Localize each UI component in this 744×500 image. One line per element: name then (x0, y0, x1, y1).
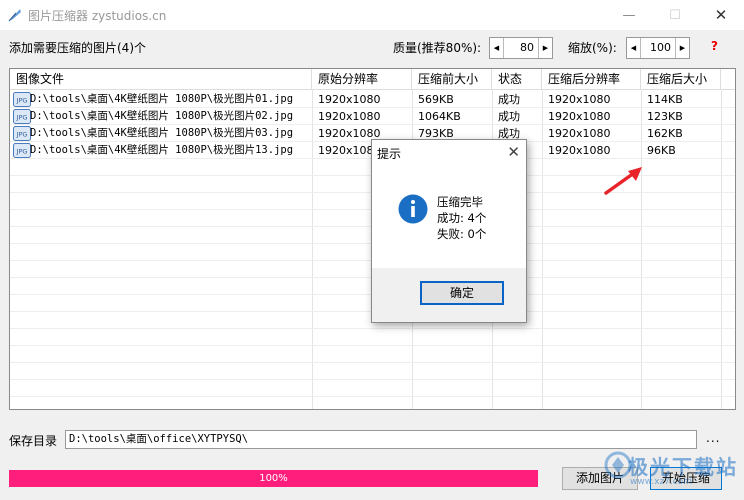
cell-after-size: 162KB (647, 127, 683, 140)
dialog-fail-count: 失败: 0个 (437, 227, 487, 241)
column-header-after-size[interactable]: 压缩后大小 (641, 69, 721, 89)
svg-text:JPG: JPG (16, 131, 28, 139)
quality-stepper[interactable]: ◀ 80 ▶ (489, 37, 553, 59)
quality-increase-icon[interactable]: ▶ (538, 38, 552, 58)
info-icon (398, 194, 428, 224)
cell-after-res: 1920x1080 (548, 127, 611, 140)
cell-status: 成功 (498, 110, 520, 123)
progress-bar: 100% (9, 470, 538, 487)
table-row[interactable]: JPG D:\tools\桌面\4K壁纸图片 1080P\极光图片01.jpg … (10, 91, 735, 108)
cell-after-res: 1920x1080 (548, 144, 611, 157)
cell-file: D:\tools\桌面\4K壁纸图片 1080P\极光图片02.jpg (30, 110, 294, 122)
cell-status: 成功 (498, 93, 520, 106)
cell-after-res: 1920x1080 (548, 93, 611, 106)
cell-orig-res: 1920x1080 (318, 110, 381, 123)
message-dialog: 提示 ✕ 压缩完毕 成功: 4个 失败: 0个 确定 (371, 139, 527, 323)
cell-orig-res: 1920x1080 (318, 93, 381, 106)
scale-increase-icon[interactable]: ▶ (675, 38, 689, 58)
scale-stepper[interactable]: ◀ 100 ▶ (626, 37, 690, 59)
scale-decrease-icon[interactable]: ◀ (627, 38, 641, 58)
cell-after-size: 114KB (647, 93, 683, 106)
title-bar: 图片压缩器 zystudios.cn — ☐ ✕ (0, 0, 744, 30)
cell-after-size: 123KB (647, 110, 683, 123)
cell-file: D:\tools\桌面\4K壁纸图片 1080P\极光图片13.jpg (30, 144, 294, 156)
cell-file: D:\tools\桌面\4K壁纸图片 1080P\极光图片03.jpg (30, 127, 294, 139)
dialog-title: 提示 (377, 147, 402, 161)
progress-text: 100% (259, 473, 288, 484)
dialog-success-count: 成功: 4个 (437, 211, 487, 225)
table-header: 图像文件 原始分辨率 压缩前大小 状态 压缩后分辨率 压缩后大小 (10, 69, 735, 90)
app-feather-icon (8, 9, 21, 22)
dialog-close-button[interactable]: ✕ (507, 143, 520, 161)
column-header-status[interactable]: 状态 (492, 69, 542, 89)
cell-file: D:\tools\桌面\4K壁纸图片 1080P\极光图片01.jpg (30, 93, 294, 105)
svg-text:JPG: JPG (16, 97, 28, 105)
quality-decrease-icon[interactable]: ◀ (490, 38, 504, 58)
table-row[interactable]: JPG D:\tools\桌面\4K壁纸图片 1080P\极光图片02.jpg … (10, 108, 735, 125)
column-header-orig-res[interactable]: 原始分辨率 (312, 69, 412, 89)
scale-value[interactable]: 100 (641, 38, 675, 58)
close-button[interactable]: ✕ (698, 0, 744, 30)
quality-value[interactable]: 80 (504, 38, 538, 58)
cell-before-size: 1064KB (418, 110, 461, 123)
svg-text:JPG: JPG (16, 148, 28, 156)
maximize-button[interactable]: ☐ (652, 0, 698, 30)
dialog-title-bar: 提示 ✕ (372, 140, 526, 164)
ok-button[interactable]: 确定 (420, 281, 504, 305)
image-count-label: 添加需要压缩的图片(4)个 (9, 41, 146, 55)
minimize-button[interactable]: — (606, 0, 652, 30)
watermark-url: www.xz7.com (630, 477, 692, 487)
quality-label: 质量(推荐80%): (393, 41, 482, 55)
save-dir-label: 保存目录 (9, 434, 58, 448)
dialog-message-title: 压缩完毕 (437, 195, 483, 209)
column-header-file[interactable]: 图像文件 (10, 69, 312, 89)
cell-after-size: 96KB (647, 144, 676, 157)
cell-after-res: 1920x1080 (548, 110, 611, 123)
window-title: 图片压缩器 zystudios.cn (28, 9, 167, 23)
cell-before-size: 569KB (418, 93, 454, 106)
column-header-after-res[interactable]: 压缩后分辨率 (542, 69, 641, 89)
scale-label: 缩放(%): (568, 41, 617, 55)
watermark-text: 极光下载站 (628, 455, 738, 479)
help-button[interactable]: ? (711, 39, 718, 53)
column-header-before-size[interactable]: 压缩前大小 (412, 69, 492, 89)
dialog-body: 压缩完毕 成功: 4个 失败: 0个 (372, 164, 526, 268)
svg-text:JPG: JPG (16, 114, 28, 122)
annotation-arrow-icon (604, 167, 642, 195)
